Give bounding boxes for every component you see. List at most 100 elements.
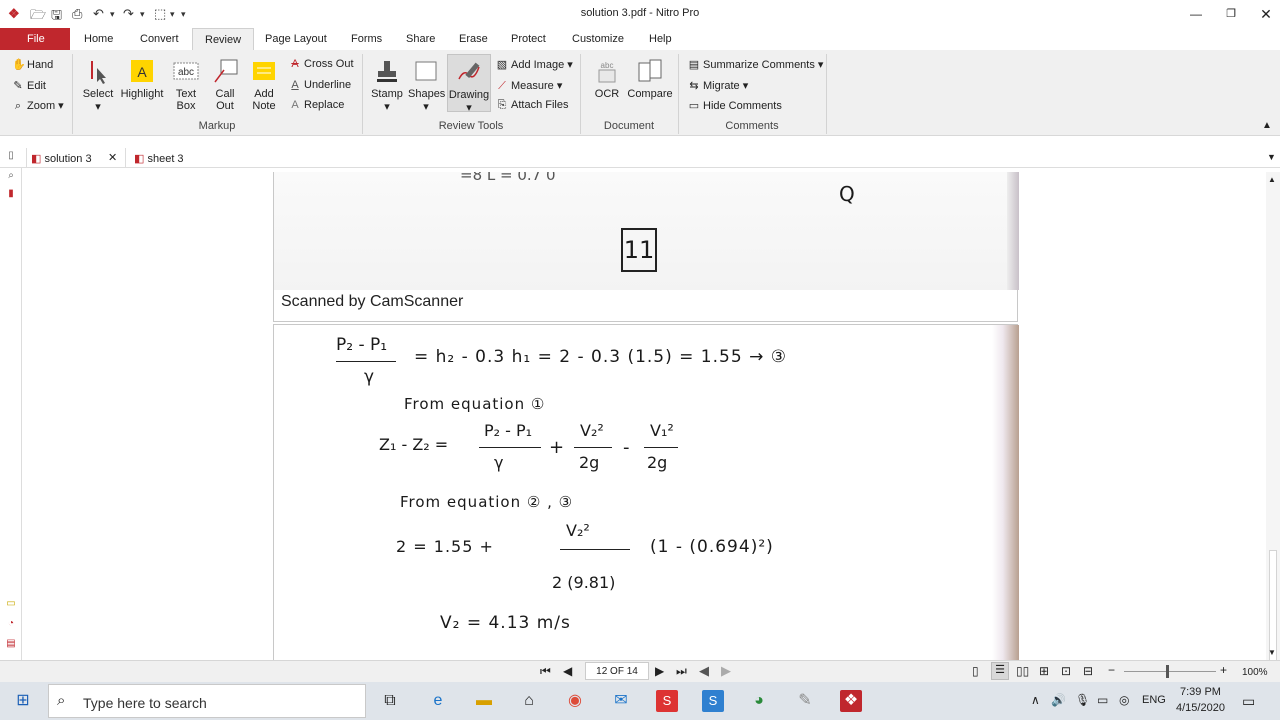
store-icon[interactable]: ⌂ bbox=[518, 690, 540, 712]
facing-view-icon[interactable]: ▯▯ bbox=[1016, 664, 1029, 678]
search-panel-icon[interactable]: ⌕ bbox=[5, 170, 17, 184]
output-panel-icon[interactable]: ▤ bbox=[5, 638, 17, 652]
add-image-button[interactable]: ▧ Add Image ▾ bbox=[496, 58, 573, 71]
windows-taskbar: ⊞ ⌕ Type here to search ⧉ e ▬ ⌂ ◉ ✉ S S … bbox=[0, 682, 1280, 720]
doc-tab-solution-3[interactable]: ◧ solution 3 ✕ bbox=[26, 148, 126, 168]
edge-browser-icon[interactable]: e bbox=[427, 690, 449, 712]
zoom-out-icon[interactable]: − bbox=[1108, 663, 1115, 677]
attachments-panel-icon[interactable]: ▮ bbox=[5, 188, 17, 202]
chrome-icon[interactable]: ◉ bbox=[564, 690, 586, 712]
hide-comments-button[interactable]: ▭ Hide Comments bbox=[688, 99, 782, 112]
measure-icon: ⟋ bbox=[498, 80, 506, 92]
paint-icon[interactable]: ✎ bbox=[794, 690, 816, 712]
windows-start-icon[interactable]: ⊞ bbox=[12, 690, 34, 712]
zoom-slider-thumb[interactable] bbox=[1166, 665, 1169, 678]
hw-line5-lhs: 2 = 1.55 + bbox=[396, 537, 494, 556]
hand-tool[interactable]: ✋Hand bbox=[12, 58, 53, 71]
next-view-icon[interactable]: ▶ bbox=[721, 663, 731, 679]
cross-out-button[interactable]: A Cross Out bbox=[289, 58, 353, 70]
clock-date[interactable]: 4/15/2020 bbox=[1176, 702, 1225, 714]
highlight-icon: A bbox=[129, 58, 155, 84]
page-number-field[interactable]: 12 OF 14 bbox=[585, 662, 649, 680]
battery-icon[interactable]: ▭ bbox=[1097, 693, 1108, 707]
fit-width-icon[interactable]: ⊟ bbox=[1083, 664, 1093, 678]
tab-review[interactable]: Review bbox=[192, 28, 255, 50]
restore-icon[interactable]: ❐ bbox=[1216, 4, 1246, 24]
language-indicator[interactable]: ENG bbox=[1142, 694, 1166, 706]
task-view-icon[interactable]: ⧉ bbox=[379, 690, 401, 712]
file-menu[interactable]: File bbox=[0, 28, 70, 50]
tab-list-dropdown-icon[interactable]: ▼ bbox=[1267, 152, 1276, 162]
first-page-icon[interactable]: ⏮ bbox=[540, 664, 551, 679]
tab-page-layout[interactable]: Page Layout bbox=[265, 33, 327, 45]
zoom-level[interactable]: 100% bbox=[1242, 667, 1268, 678]
tab-customize[interactable]: Customize bbox=[572, 33, 624, 45]
next-page-icon[interactable]: ▶ bbox=[655, 664, 664, 678]
select-cursor-icon bbox=[85, 58, 111, 84]
sticky-note-icon bbox=[251, 58, 277, 84]
hw-line3-fraction1-den: γ bbox=[494, 453, 504, 472]
highlight-button[interactable]: A Highlight bbox=[118, 58, 166, 100]
tab-home[interactable]: Home bbox=[84, 33, 113, 45]
edit-tool[interactable]: ✎ Edit bbox=[12, 79, 46, 92]
tab-convert[interactable]: Convert bbox=[140, 33, 179, 45]
vertical-scrollbar[interactable]: ▲ ▼ bbox=[1266, 172, 1280, 662]
call-out-button[interactable]: Call Out bbox=[210, 58, 240, 112]
migrate-button[interactable]: ⇆ Migrate ▾ bbox=[688, 79, 748, 92]
shapes-button[interactable]: Shapes ▾ bbox=[408, 58, 445, 113]
previous-page-icon[interactable]: ◀ bbox=[563, 664, 572, 678]
zoom-slider-track[interactable] bbox=[1124, 671, 1216, 672]
attach-files-button[interactable]: ⎘ Attach Files bbox=[496, 99, 569, 112]
scrollbar-thumb[interactable] bbox=[1269, 550, 1277, 662]
network-icon[interactable]: ◎ bbox=[1119, 693, 1129, 707]
measure-button[interactable]: ⟋ Measure ▾ bbox=[496, 79, 562, 93]
signatures-panel-icon[interactable]: ◔ bbox=[5, 618, 17, 632]
select-button[interactable]: Select ▾ bbox=[82, 58, 114, 113]
search-icon: ⌕ bbox=[57, 692, 66, 709]
fit-page-icon[interactable]: ⊡ bbox=[1061, 664, 1071, 678]
last-page-icon[interactable]: ⏭ bbox=[676, 664, 687, 679]
comments-panel-icon[interactable]: ▭ bbox=[5, 598, 17, 612]
file-explorer-icon[interactable]: ▬ bbox=[473, 690, 495, 712]
replace-button[interactable]: A Replace bbox=[289, 99, 344, 111]
zoom-in-icon[interactable]: + bbox=[1220, 663, 1227, 677]
collapse-ribbon-icon[interactable]: ▲ bbox=[1262, 120, 1272, 131]
document-view[interactable]: =8 L = 0.7 0 Q 11 Scanned by CamScanner … bbox=[23, 172, 1266, 660]
summarize-comments-button[interactable]: ▤ Summarize Comments ▾ bbox=[688, 58, 824, 71]
scroll-up-icon[interactable]: ▲ bbox=[1268, 175, 1276, 184]
doc-tab-sheet-3[interactable]: ◧ sheet 3 bbox=[134, 148, 214, 168]
tab-protect[interactable]: Protect bbox=[511, 33, 546, 45]
tab-help[interactable]: Help bbox=[649, 33, 672, 45]
scroll-down-icon[interactable]: ▼ bbox=[1268, 648, 1276, 657]
tab-forms[interactable]: Forms bbox=[351, 33, 382, 45]
add-note-button[interactable]: Add Note bbox=[249, 58, 279, 112]
compare-button[interactable]: Compare bbox=[626, 58, 674, 100]
app-s-blue-icon[interactable]: S bbox=[702, 690, 724, 712]
nitro-pro-taskbar-icon[interactable]: ❖ bbox=[840, 690, 862, 712]
show-hidden-icons[interactable]: ∧ bbox=[1031, 693, 1040, 707]
microphone-icon[interactable]: 🎙 bbox=[1075, 693, 1090, 707]
continuous-view-icon[interactable]: ☰ bbox=[991, 662, 1009, 680]
single-page-view-icon[interactable]: ▯ bbox=[972, 664, 979, 678]
close-icon[interactable]: ✕ bbox=[1251, 4, 1280, 24]
taskbar-search-box[interactable]: ⌕ Type here to search bbox=[48, 684, 366, 718]
speaker-icon[interactable]: 🔊 bbox=[1051, 693, 1066, 707]
ocr-button[interactable]: abc OCR bbox=[591, 58, 623, 100]
app-s-red-icon[interactable]: S bbox=[656, 690, 678, 712]
previous-view-icon[interactable]: ◀ bbox=[699, 663, 709, 679]
mail-icon[interactable]: ✉ bbox=[610, 690, 632, 712]
stamp-button[interactable]: Stamp ▾ bbox=[371, 58, 403, 113]
clock-time[interactable]: 7:39 PM bbox=[1180, 686, 1221, 698]
underline-button[interactable]: A Underline bbox=[289, 79, 351, 91]
notification-center-icon[interactable]: ▭ bbox=[1242, 693, 1255, 710]
drawing-button[interactable]: Drawing ▾ bbox=[447, 54, 491, 114]
zoom-tool[interactable]: ⌕ Zoom ▾ bbox=[12, 99, 64, 113]
tab-share[interactable]: Share bbox=[406, 33, 435, 45]
pages-panel-icon[interactable]: ▯ bbox=[5, 150, 17, 164]
tab-erase[interactable]: Erase bbox=[459, 33, 488, 45]
text-box-button[interactable]: abc Text Box bbox=[171, 58, 201, 112]
close-tab-icon[interactable]: ✕ bbox=[108, 151, 117, 164]
facing-continuous-icon[interactable]: ⊞ bbox=[1039, 664, 1049, 678]
whatsapp-icon[interactable]: ◕ bbox=[748, 690, 770, 712]
minimize-icon[interactable]: — bbox=[1181, 4, 1211, 24]
